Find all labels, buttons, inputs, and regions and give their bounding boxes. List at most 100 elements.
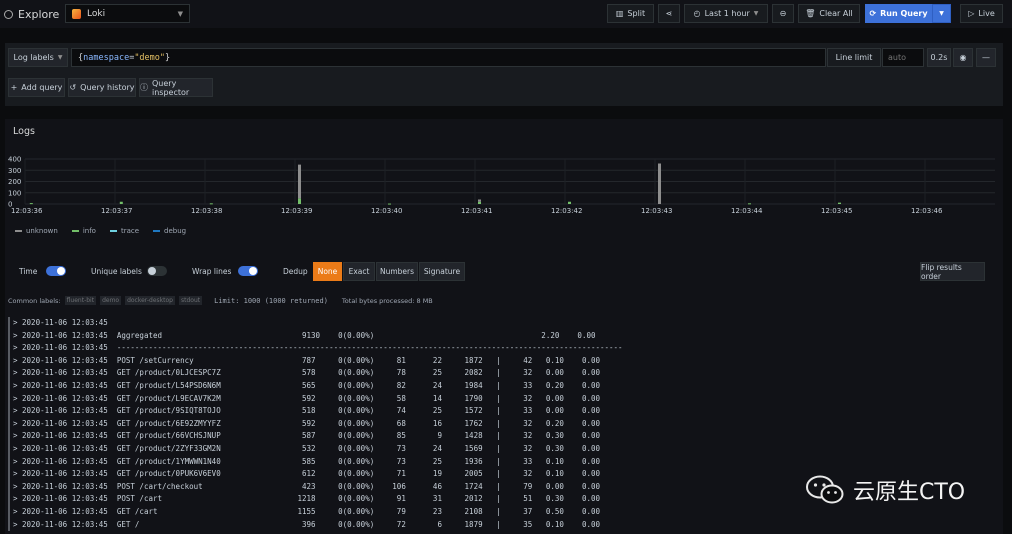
wechat-logo-icon	[806, 475, 844, 504]
x-tick-label: 12:03:44	[731, 207, 763, 215]
datasource-name: Loki	[87, 8, 106, 19]
dedup-option-exact[interactable]: Exact	[343, 262, 375, 281]
log-row[interactable]: > 2020-11-06 12:03:45 Aggregated 9130 0(…	[8, 329, 998, 343]
unique-labels-toggle-switch[interactable]	[147, 266, 167, 276]
refresh-icon: ⟳	[869, 9, 877, 18]
legend-item-unknown[interactable]: unknown	[15, 227, 58, 235]
logs-volume-chart: 010020030040012:03:36 12:03:37 12:03:38 12:…	[8, 156, 995, 215]
legend-swatch	[109, 230, 117, 232]
query-editor-panel: Log labels ▼ {namespace = "demo"} Line lim…	[5, 43, 1003, 106]
log-row[interactable]: > 2020-11-06 12:03:45 GET /product/0LJCE…	[8, 367, 998, 380]
volume-bar-info	[388, 203, 391, 205]
x-tick-label: 12:03:45	[821, 207, 852, 215]
x-tick-label: 12:03:39	[281, 207, 312, 215]
split-icon: ▥	[615, 9, 624, 18]
volume-bar-info	[29, 203, 33, 205]
run-query-button[interactable]: ⟳ Run Query	[865, 4, 932, 23]
logs-title: Logs	[13, 126, 35, 137]
datasource-picker[interactable]: Loki ▼	[65, 4, 190, 23]
chevron-down-icon: ▼	[57, 54, 63, 61]
volume-bar-info	[298, 198, 301, 204]
common-label-chip: docker-desktop	[125, 296, 175, 305]
volume-bar-info	[838, 202, 841, 204]
compass-icon	[4, 9, 13, 19]
x-tick-label: 12:03:40	[371, 207, 402, 215]
line-limit-label: Line limit	[827, 48, 881, 67]
logs-options-bar: Time Unique labels Wrap lines Dedup	[5, 258, 1003, 284]
volume-bar-unknown	[658, 163, 661, 204]
split-button[interactable]: ▥ Split	[607, 4, 654, 23]
log-labels-button[interactable]: Log labels ▼	[8, 48, 68, 67]
log-row[interactable]: > 2020-11-06 12:03:45 GET /product/9SIQT…	[8, 405, 998, 418]
legend-swatch	[15, 230, 22, 232]
share-button[interactable]: ⋖	[658, 4, 680, 23]
wechat-watermark: 云原生CTO	[805, 474, 965, 506]
log-row[interactable]: > 2020-11-06 12:03:45 GET /product/2ZYF3…	[8, 442, 998, 456]
log-row[interactable]: > 2020-11-06 12:03:45 GET /product/66VCH…	[8, 430, 998, 443]
limit-meta: Limit: 1000 (1000 returned)	[214, 296, 328, 305]
dedup-label: Dedup	[283, 267, 308, 276]
log-row[interactable]: > 2020-11-06 12:03:45 GET /product/6E92Z…	[8, 417, 998, 431]
legend-label: unknown	[26, 227, 58, 235]
dedup-option-numbers[interactable]: Numbers	[376, 262, 418, 281]
y-tick-label: 400	[8, 156, 21, 164]
y-tick-label: 200	[8, 178, 21, 186]
explore-title: Explore	[0, 8, 62, 21]
chevron-down-icon: ▼	[753, 10, 759, 17]
x-tick-label: 12:03:38	[191, 207, 222, 215]
legend-label: debug	[164, 227, 187, 235]
eye-icon: ◉	[959, 53, 967, 62]
flip-results-order-button[interactable]: Flip results order	[920, 262, 985, 281]
x-tick-label: 12:03:36	[11, 207, 43, 215]
common-label-chip: stdout	[179, 296, 203, 305]
x-tick-label: 12:03:43	[641, 207, 672, 215]
run-interval-dropdown[interactable]: ▼	[932, 4, 951, 23]
log-row[interactable]: > 2020-11-06 12:03:45 GET / 396 0(0.00%)…	[8, 518, 998, 532]
wrap-lines-toggle-switch[interactable]	[238, 266, 258, 276]
legend-swatch	[71, 230, 79, 232]
log-row[interactable]: > 2020-11-06 12:03:45 GET /product/1YMWW…	[8, 455, 998, 469]
log-row[interactable]: > 2020-11-06 12:03:45 GET /product/L54PS…	[8, 379, 998, 393]
wrap-lines-toggle-label: Wrap lines	[192, 267, 232, 276]
clock-icon: ◴	[693, 9, 701, 18]
x-tick-label: 12:03:37	[101, 207, 132, 215]
legend-item-trace[interactable]: trace	[109, 227, 139, 235]
zoom-out-button[interactable]: ⊖	[772, 4, 794, 23]
log-row[interactable]: > 2020-11-06 12:03:45 ------------------…	[8, 342, 998, 355]
query-inspector-button[interactable]: ⓘ Query inspector	[139, 78, 213, 97]
time-toggle-switch[interactable]	[46, 266, 66, 276]
query-history-button[interactable]: ↺ Query history	[68, 78, 136, 97]
common-label-chip: fluent-bit	[64, 296, 97, 305]
log-row[interactable]: > 2020-11-06 12:03:45 POST /setCurrency …	[8, 354, 998, 368]
y-tick-label: 300	[8, 167, 21, 175]
live-button[interactable]: ▷ Live	[960, 4, 1003, 23]
time-range-picker[interactable]: ◴ Last 1 hour ▼	[684, 4, 768, 23]
plus-icon: +	[10, 83, 18, 92]
zoom-out-icon: ⊖	[779, 9, 787, 18]
query-input[interactable]: {namespace = "demo"}	[71, 48, 826, 67]
legend-item-info[interactable]: info	[71, 227, 96, 235]
volume-bar-info	[209, 203, 213, 205]
logs-panel: Logs 0 100 200 300 400 12:03:36 12:03:37 12:03:…	[5, 119, 1003, 534]
volume-bar-unknown	[298, 164, 301, 199]
clear-all-button[interactable]: 🗑 Clear All	[798, 4, 860, 23]
loki-logo-icon	[72, 8, 81, 19]
remove-query-button[interactable]: —	[976, 48, 996, 67]
toggle-visibility-button[interactable]: ◉	[953, 48, 973, 67]
dedup-option-signature[interactable]: Signature	[419, 262, 465, 281]
minus-icon: —	[982, 53, 990, 62]
dedup-option-none[interactable]: None	[313, 262, 342, 281]
log-row[interactable]: > 2020-11-06 12:03:45 GET /product/L9ECA…	[8, 392, 998, 406]
x-tick-label: 12:03:41	[461, 207, 492, 215]
log-row[interactable]: > 2020-11-06 12:03:45 GET /cart 1155 0(0…	[8, 505, 998, 519]
chart-legend: unknown info trace debug	[15, 227, 186, 235]
play-icon: ▷	[968, 9, 975, 18]
x-tick-label: 12:03:42	[551, 207, 582, 215]
volume-bar-info	[478, 201, 481, 204]
legend-item-debug[interactable]: debug	[153, 227, 186, 235]
add-query-button[interactable]: + Add query	[8, 78, 65, 97]
line-limit-input[interactable]	[882, 48, 924, 67]
log-row[interactable]: > 2020-11-06 12:03:45	[8, 317, 998, 330]
x-tick-label: 12:03:46	[911, 207, 943, 215]
legend-swatch	[153, 230, 161, 232]
